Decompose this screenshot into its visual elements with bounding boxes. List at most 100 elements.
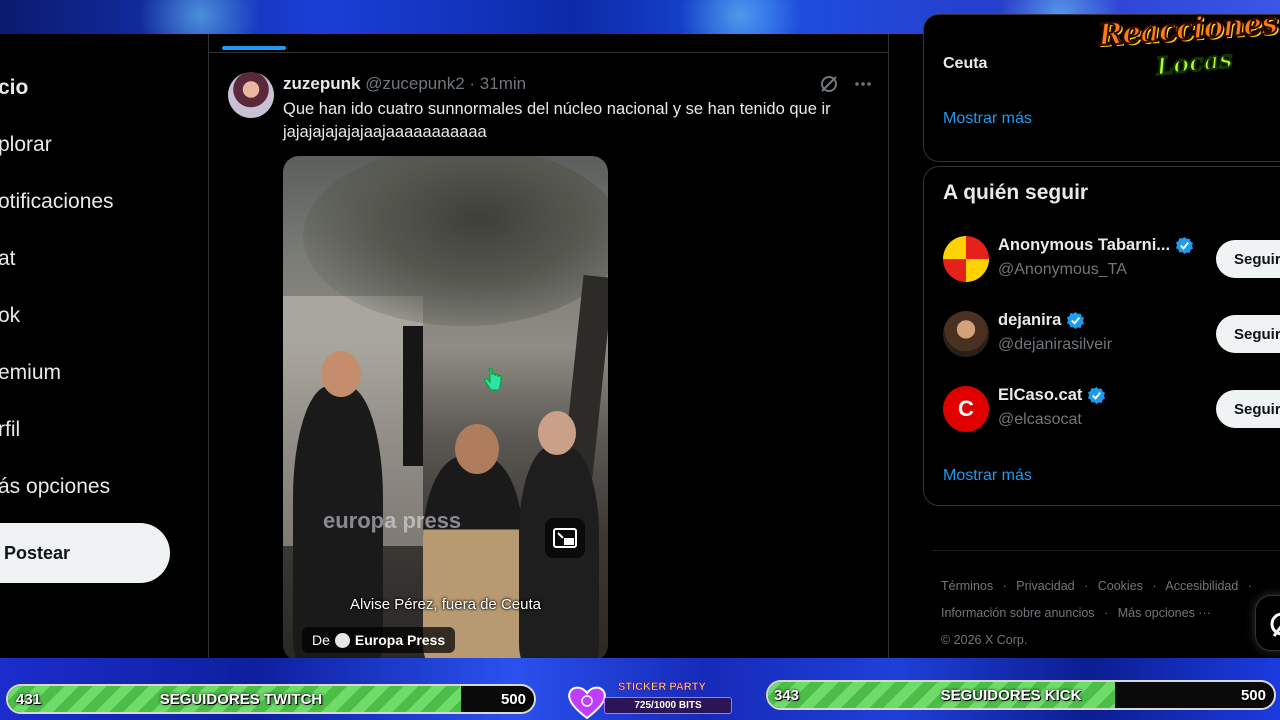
page-footer: Términos · Privacidad · Cookies · Accesi… <box>941 573 1280 654</box>
twitch-goal-label: SEGUIDORES TWITCH <box>159 690 323 708</box>
follow-button-label: Seguir <box>1234 325 1280 343</box>
suggestion-name[interactable]: Anonymous Tabarni... <box>998 236 1194 255</box>
follow-suggestion[interactable]: C ElCaso.cat @elcasocat Seguir <box>943 386 1280 446</box>
footer-link-cookies[interactable]: Cookies <box>1098 579 1143 593</box>
footer-row-2: Información sobre anuncios · Más opcione… <box>941 600 1280 627</box>
more-options-icon[interactable] <box>853 74 873 99</box>
video-person-head <box>455 424 499 474</box>
tweet-timestamp[interactable]: · 31min <box>469 74 526 93</box>
sticker-party-bits: 725/1000 BITS <box>604 697 732 714</box>
suggestion-name-text: Anonymous Tabarni... <box>998 236 1171 254</box>
footer-separator: · <box>1084 579 1089 593</box>
trend-item[interactable]: Ceuta <box>943 55 987 73</box>
sticker-party-title: STICKER PARTY <box>618 681 706 694</box>
banner-wave <box>660 0 820 34</box>
tweet-video[interactable]: europa press Alvise Pérez, fuera de Ceut… <box>283 156 608 661</box>
picture-in-picture-icon[interactable] <box>545 518 585 558</box>
follow-button-label: Seguir <box>1234 250 1280 268</box>
grok-explain-icon[interactable] <box>819 74 839 99</box>
follow-button[interactable]: Seguir <box>1216 390 1280 428</box>
suggestion-name[interactable]: dejanira <box>998 311 1085 330</box>
tab-divider <box>209 52 889 53</box>
grok-icon <box>1270 612 1280 637</box>
video-person-head <box>321 351 361 397</box>
logo-line-2: Locas <box>1154 43 1235 82</box>
follow-suggestion[interactable]: Anonymous Tabarni... @Anonymous_TA Segui… <box>943 236 1280 296</box>
kick-goal-target: 500 <box>1240 686 1266 704</box>
suggestion-name-text: dejanira <box>998 311 1062 329</box>
left-navigation: cio plorar otificaciones at ok emium rfi… <box>0 34 208 658</box>
source-publisher: Europa Press <box>354 632 446 648</box>
verified-badge-icon <box>1067 311 1085 330</box>
tweet-text: Que han ido cuatro sunnormales del núcle… <box>283 100 831 141</box>
nav-item-more-options[interactable]: ás opciones <box>0 475 110 499</box>
suggestion-name-text: ElCaso.cat <box>998 386 1083 404</box>
hand-cursor-icon <box>484 367 502 399</box>
footer-divider <box>932 550 1280 551</box>
post-button[interactable]: Postear <box>0 523 170 583</box>
follow-suggestion[interactable]: dejanira @dejanirasilveir Seguir <box>943 311 1280 371</box>
who-to-follow-card: A quién seguir Anonymous Tabarni... @Ano… <box>923 166 1280 506</box>
footer-row-1: Términos · Privacidad · Cookies · Accesi… <box>941 573 1280 600</box>
footer-separator: · <box>1152 579 1157 593</box>
footer-separator: · <box>1247 579 1252 593</box>
video-source-attribution[interactable]: De Europa Press <box>302 627 456 653</box>
post-button-label: Postear <box>4 542 71 563</box>
tweet-header: zuzepunk @zucepunk2 · 31min <box>283 74 526 94</box>
footer-link-ads-info[interactable]: Información sobre anuncios <box>941 606 1095 620</box>
video-caption: Alvise Pérez, fuera de Ceuta <box>350 596 541 613</box>
trends-show-more-link[interactable]: Mostrar más <box>943 110 1032 128</box>
tweet-author-handle[interactable]: @zucepunk2 <box>365 74 465 93</box>
video-person-head <box>538 411 576 455</box>
stream-logo: Reacciones Locas <box>1092 4 1279 88</box>
twitch-goal-target: 500 <box>500 690 526 708</box>
banner-wave <box>120 0 280 34</box>
nav-item-explore[interactable]: plorar <box>0 133 52 157</box>
nav-item-premium[interactable]: emium <box>0 361 61 385</box>
sticker-party-widget: STICKER PARTY 725/1000 BITS <box>604 680 734 716</box>
nav-item-notifications[interactable]: otificaciones <box>0 190 114 214</box>
verified-badge-icon <box>1088 386 1106 405</box>
nav-item-home[interactable]: cio <box>0 76 28 100</box>
footer-separator: · <box>1104 606 1109 620</box>
timeline: zuzepunk @zucepunk2 · 31min Que han ido … <box>208 34 889 661</box>
footer-link-accessibility[interactable]: Accesibilidad <box>1165 579 1238 593</box>
tweet-author-name[interactable]: zuzepunk <box>283 74 360 93</box>
follow-button[interactable]: Seguir <box>1216 240 1280 278</box>
tweet-header-actions <box>819 74 873 99</box>
logo-line-1: Reacciones <box>1096 5 1279 54</box>
suggestion-avatar[interactable] <box>943 311 989 357</box>
footer-link-terms[interactable]: Términos <box>941 579 993 593</box>
video-pole <box>403 326 423 466</box>
heart-icon <box>568 686 606 720</box>
footer-copyright: © 2026 X Corp. <box>941 633 1028 647</box>
verified-badge-icon <box>1175 236 1194 255</box>
video-watermark: europa press <box>323 508 462 533</box>
who-to-follow-show-more-link[interactable]: Mostrar más <box>943 467 1032 485</box>
grok-floating-button[interactable] <box>1255 595 1280 651</box>
suggestion-avatar[interactable]: C <box>943 386 989 432</box>
nav-item-chat[interactable]: at <box>0 247 16 271</box>
footer-link-more-options[interactable]: Más opciones ··· <box>1118 606 1211 620</box>
nav-item-grok[interactable]: ok <box>0 304 20 328</box>
right-sidebar: Ceuta Mostrar más A quién seguir Anonymo… <box>922 14 1280 658</box>
source-prefix: De <box>312 632 330 648</box>
suggestion-avatar[interactable] <box>943 236 989 282</box>
twitch-followers-goal-bar: 431 SEGUIDORES TWITCH 500 <box>6 684 536 714</box>
tweet-author-avatar[interactable] <box>228 72 274 118</box>
suggestion-handle: @dejanirasilveir <box>998 336 1113 353</box>
active-tab-indicator <box>222 46 286 50</box>
follow-button[interactable]: Seguir <box>1216 315 1280 353</box>
footer-separator: · <box>1002 579 1007 593</box>
suggestion-handle: @elcasocat <box>998 411 1082 428</box>
footer-link-privacy[interactable]: Privacidad <box>1016 579 1074 593</box>
suggestion-handle: @Anonymous_TA <box>998 261 1127 278</box>
kick-goal-label: SEGUIDORES KICK <box>940 686 1082 704</box>
who-to-follow-title: A quién seguir <box>943 181 1089 204</box>
source-logo-icon <box>334 632 350 648</box>
kick-followers-goal-bar: 343 SEGUIDORES KICK 500 <box>766 680 1276 710</box>
follow-button-label: Seguir <box>1234 400 1280 418</box>
nav-item-profile[interactable]: rfil <box>0 418 20 442</box>
suggestion-name[interactable]: ElCaso.cat <box>998 386 1106 405</box>
elcaso-logo-icon: C <box>958 396 974 421</box>
